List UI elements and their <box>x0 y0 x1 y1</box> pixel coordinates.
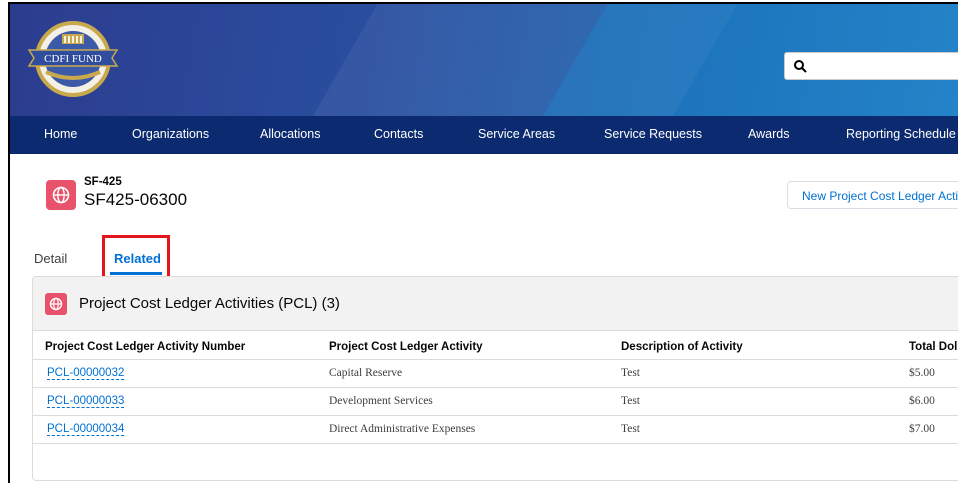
global-nav: Home Organizations Allocations Contacts … <box>10 116 958 154</box>
globe-icon <box>46 180 76 210</box>
nav-awards[interactable]: Awards <box>748 127 789 141</box>
record-type-label: SF-425 <box>84 176 122 188</box>
nav-allocations[interactable]: Allocations <box>260 127 320 141</box>
nav-contacts[interactable]: Contacts <box>374 127 423 141</box>
pcl-activity: Development Services <box>329 395 433 407</box>
pcl-activity: Capital Reserve <box>329 367 403 379</box>
nav-service-requests[interactable]: Service Requests <box>604 127 702 141</box>
pcl-description: Test <box>621 423 640 435</box>
nav-service-areas[interactable]: Service Areas <box>478 127 555 141</box>
record-title: SF425-06300 <box>84 190 188 209</box>
related-list-card: Project Cost Ledger Activities (PCL) (3)… <box>32 276 958 481</box>
divider <box>33 443 958 444</box>
search-icon <box>794 60 807 73</box>
nav-reporting-schedule[interactable]: Reporting Schedule <box>846 127 956 141</box>
pcl-number-link[interactable]: PCL-00000034 <box>47 423 125 436</box>
pcl-description: Test <box>621 395 640 407</box>
tab-detail[interactable]: Detail <box>34 251 67 266</box>
column-header-description[interactable]: Description of Activity <box>621 341 743 353</box>
pcl-total: $7.00 <box>909 423 935 435</box>
related-list-title[interactable]: Project Cost Ledger Activities (PCL) (3) <box>79 295 340 312</box>
pcl-number-link[interactable]: PCL-00000033 <box>47 395 125 408</box>
pcl-description: Test <box>621 367 640 379</box>
pcl-activity: Direct Administrative Expenses <box>329 423 476 435</box>
cdfi-fund-logo[interactable]: CDFI FUND <box>24 20 122 98</box>
pcl-number-link[interactable]: PCL-00000032 <box>47 367 125 380</box>
divider <box>33 415 958 416</box>
related-list-header: Project Cost Ledger Activities (PCL) (3) <box>33 277 958 331</box>
divider <box>33 387 958 388</box>
new-pcl-activity-button[interactable]: New Project Cost Ledger Activity <box>787 181 958 209</box>
app-window: CDFI FUND Home Organizations Allocations… <box>8 2 958 483</box>
search-input[interactable] <box>784 52 958 80</box>
globe-icon <box>45 293 67 315</box>
divider <box>33 359 958 360</box>
pcl-total: $5.00 <box>909 367 935 379</box>
column-header-number[interactable]: Project Cost Ledger Activity Number <box>45 341 245 353</box>
column-header-activity[interactable]: Project Cost Ledger Activity <box>329 341 483 353</box>
nav-organizations[interactable]: Organizations <box>132 127 209 141</box>
logo-text: CDFI FUND <box>44 53 102 65</box>
pcl-total: $6.00 <box>909 395 935 407</box>
column-header-total[interactable]: Total Doll <box>909 341 958 353</box>
nav-home[interactable]: Home <box>44 127 77 141</box>
header-banner: CDFI FUND <box>10 4 958 116</box>
